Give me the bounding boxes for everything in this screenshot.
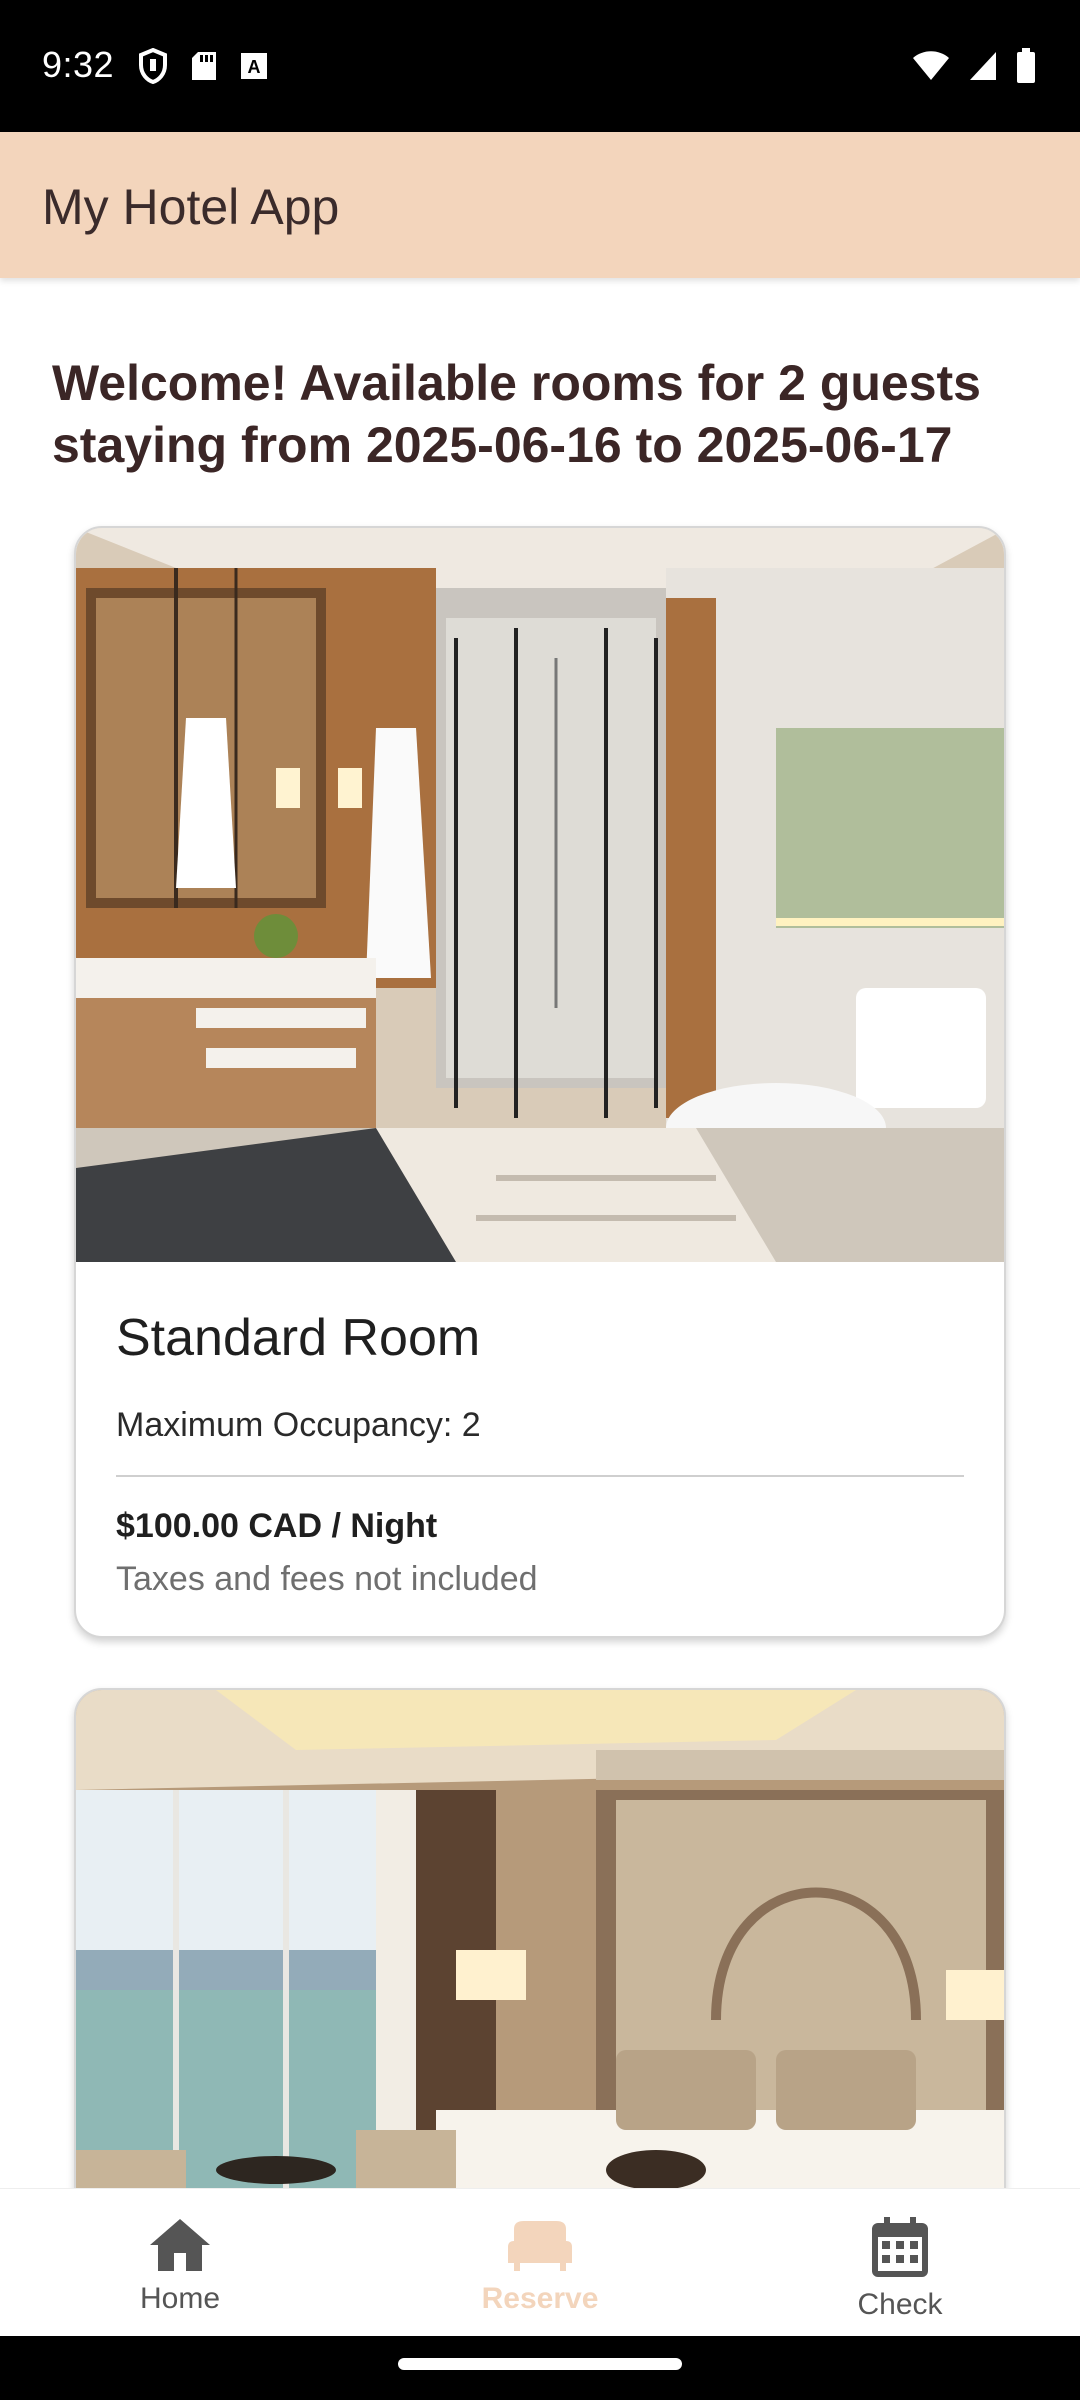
welcome-heading: Welcome! Available rooms for 2 guests st… — [52, 355, 981, 473]
wifi-icon — [912, 50, 950, 87]
keyboard-a-icon: A — [240, 52, 268, 85]
status-time: 9:32 — [42, 44, 115, 85]
nav-reserve[interactable]: Reserve — [360, 2189, 720, 2337]
nav-check-label: Check — [857, 2288, 943, 2321]
calendar-icon — [870, 2217, 930, 2284]
room-name: Standard Room — [116, 1309, 481, 1367]
svg-text:A: A — [248, 57, 261, 77]
room-card-standard[interactable]: Standard Room Maximum Occupancy: 2 $100.… — [74, 526, 1006, 1638]
cellular-signal-icon — [968, 50, 998, 87]
taxes-note: Taxes and fees not included — [116, 1560, 538, 1598]
gesture-bar-area — [0, 2336, 1080, 2400]
nav-check[interactable]: Check — [720, 2189, 1080, 2337]
battery-icon — [1016, 48, 1036, 89]
status-icons-right — [912, 48, 1036, 89]
card-divider — [116, 1475, 964, 1477]
bed-icon — [506, 2217, 574, 2278]
bathroom-photo — [76, 528, 1004, 1262]
nav-home-label: Home — [139, 2282, 221, 2315]
hotel-app-screen: 9:32 A My Hotel App Welcome! Available r… — [0, 0, 1080, 2400]
sd-card-icon — [190, 50, 218, 87]
app-bar: My Hotel App — [0, 132, 1080, 278]
room-list[interactable]: Welcome! Available rooms for 2 guests st… — [0, 278, 1080, 2188]
home-gesture-handle[interactable] — [398, 2358, 682, 2370]
room-price: $100.00 CAD / Night — [116, 1507, 438, 1545]
bottom-navigation: Home Reserve Check — [0, 2188, 1080, 2336]
home-icon — [148, 2217, 212, 2278]
nav-reserve-label: Reserve — [481, 2282, 599, 2315]
room-occupancy: Maximum Occupancy: 2 — [116, 1406, 481, 1444]
nav-home[interactable]: Home — [0, 2189, 360, 2337]
app-title: My Hotel App — [42, 179, 340, 235]
room-card-body: Standard Room Maximum Occupancy: 2 $100.… — [76, 1262, 1004, 1599]
bedroom-ocean-view-photo — [76, 1690, 1004, 2188]
status-bar: 9:32 A — [0, 0, 1080, 132]
room-card-2[interactable] — [74, 1688, 1006, 2188]
status-icons-left: A — [138, 47, 268, 89]
shield-icon — [138, 47, 168, 89]
